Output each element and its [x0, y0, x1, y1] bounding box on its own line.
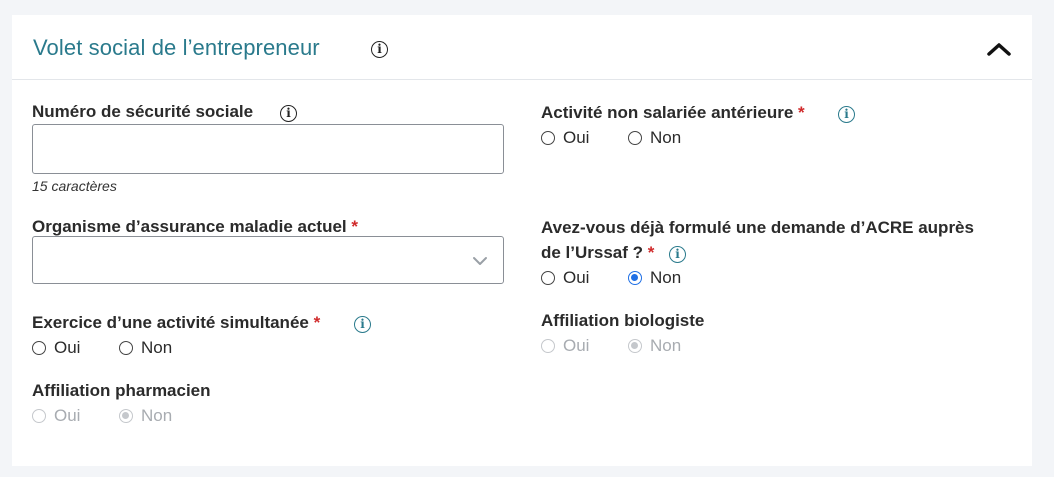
pharmacist-label: Affiliation pharmacien	[32, 381, 211, 400]
radio-button[interactable]	[541, 271, 555, 285]
radio-button	[541, 339, 555, 353]
chevron-down-icon	[473, 257, 487, 265]
biologist-label: Affiliation biologiste	[541, 311, 705, 330]
radio-option-oui[interactable]: Oui	[541, 127, 611, 149]
radio-option-oui: Oui	[541, 335, 611, 357]
radio-button[interactable]	[628, 131, 642, 145]
radio-button[interactable]	[119, 341, 133, 355]
pharmacist-radio-group: Oui Non	[32, 405, 232, 427]
section-title: Volet social de l’entrepreneur	[33, 35, 320, 60]
section-header[interactable]: Volet social de l’entrepreneur i	[12, 15, 1032, 80]
acre-radio-group: Oui Non	[541, 267, 741, 289]
radio-button[interactable]	[541, 131, 555, 145]
acre-label-line2: de l’Urssaf ? *	[541, 243, 655, 262]
info-icon[interactable]: i	[354, 316, 371, 333]
radio-button[interactable]	[628, 271, 642, 285]
info-icon[interactable]: i	[669, 246, 686, 263]
simultaneous-label: Exercice d’une activité simultanée *	[32, 313, 321, 332]
info-icon[interactable]: i	[280, 105, 297, 122]
ssn-input[interactable]	[32, 124, 504, 174]
prior-activity-label: Activité non salariée antérieure *	[541, 103, 805, 122]
radio-option-oui[interactable]: Oui	[541, 267, 611, 289]
radio-option-non: Non	[628, 335, 698, 357]
radio-option-non[interactable]: Non	[628, 127, 698, 149]
info-icon[interactable]: i	[838, 106, 855, 123]
radio-option-oui[interactable]: Oui	[32, 337, 102, 359]
radio-option-oui: Oui	[32, 405, 102, 427]
radio-option-non[interactable]: Non	[628, 267, 698, 289]
radio-button	[32, 409, 46, 423]
biologist-radio-group: Oui Non	[541, 335, 741, 357]
health-insurance-select[interactable]	[32, 236, 504, 284]
radio-button[interactable]	[32, 341, 46, 355]
social-section-card: Volet social de l’entrepreneur i Numéro …	[12, 15, 1032, 466]
chevron-up-icon	[987, 43, 1011, 56]
prior-activity-radio-group: Oui Non	[541, 127, 741, 149]
collapse-button[interactable]	[983, 37, 1015, 61]
radio-option-non[interactable]: Non	[119, 337, 189, 359]
ssn-hint: 15 caractères	[32, 178, 117, 194]
info-icon[interactable]: i	[371, 41, 388, 58]
ssn-label: Numéro de sécurité sociale	[32, 102, 254, 121]
radio-button	[628, 339, 642, 353]
simultaneous-radio-group: Oui Non	[32, 337, 232, 359]
acre-label-line1: Avez-vous déjà formulé une demande d’ACR…	[541, 218, 974, 237]
radio-button	[119, 409, 133, 423]
health-insurance-label: Organisme d’assurance maladie actuel *	[32, 217, 359, 236]
radio-option-non: Non	[119, 405, 189, 427]
